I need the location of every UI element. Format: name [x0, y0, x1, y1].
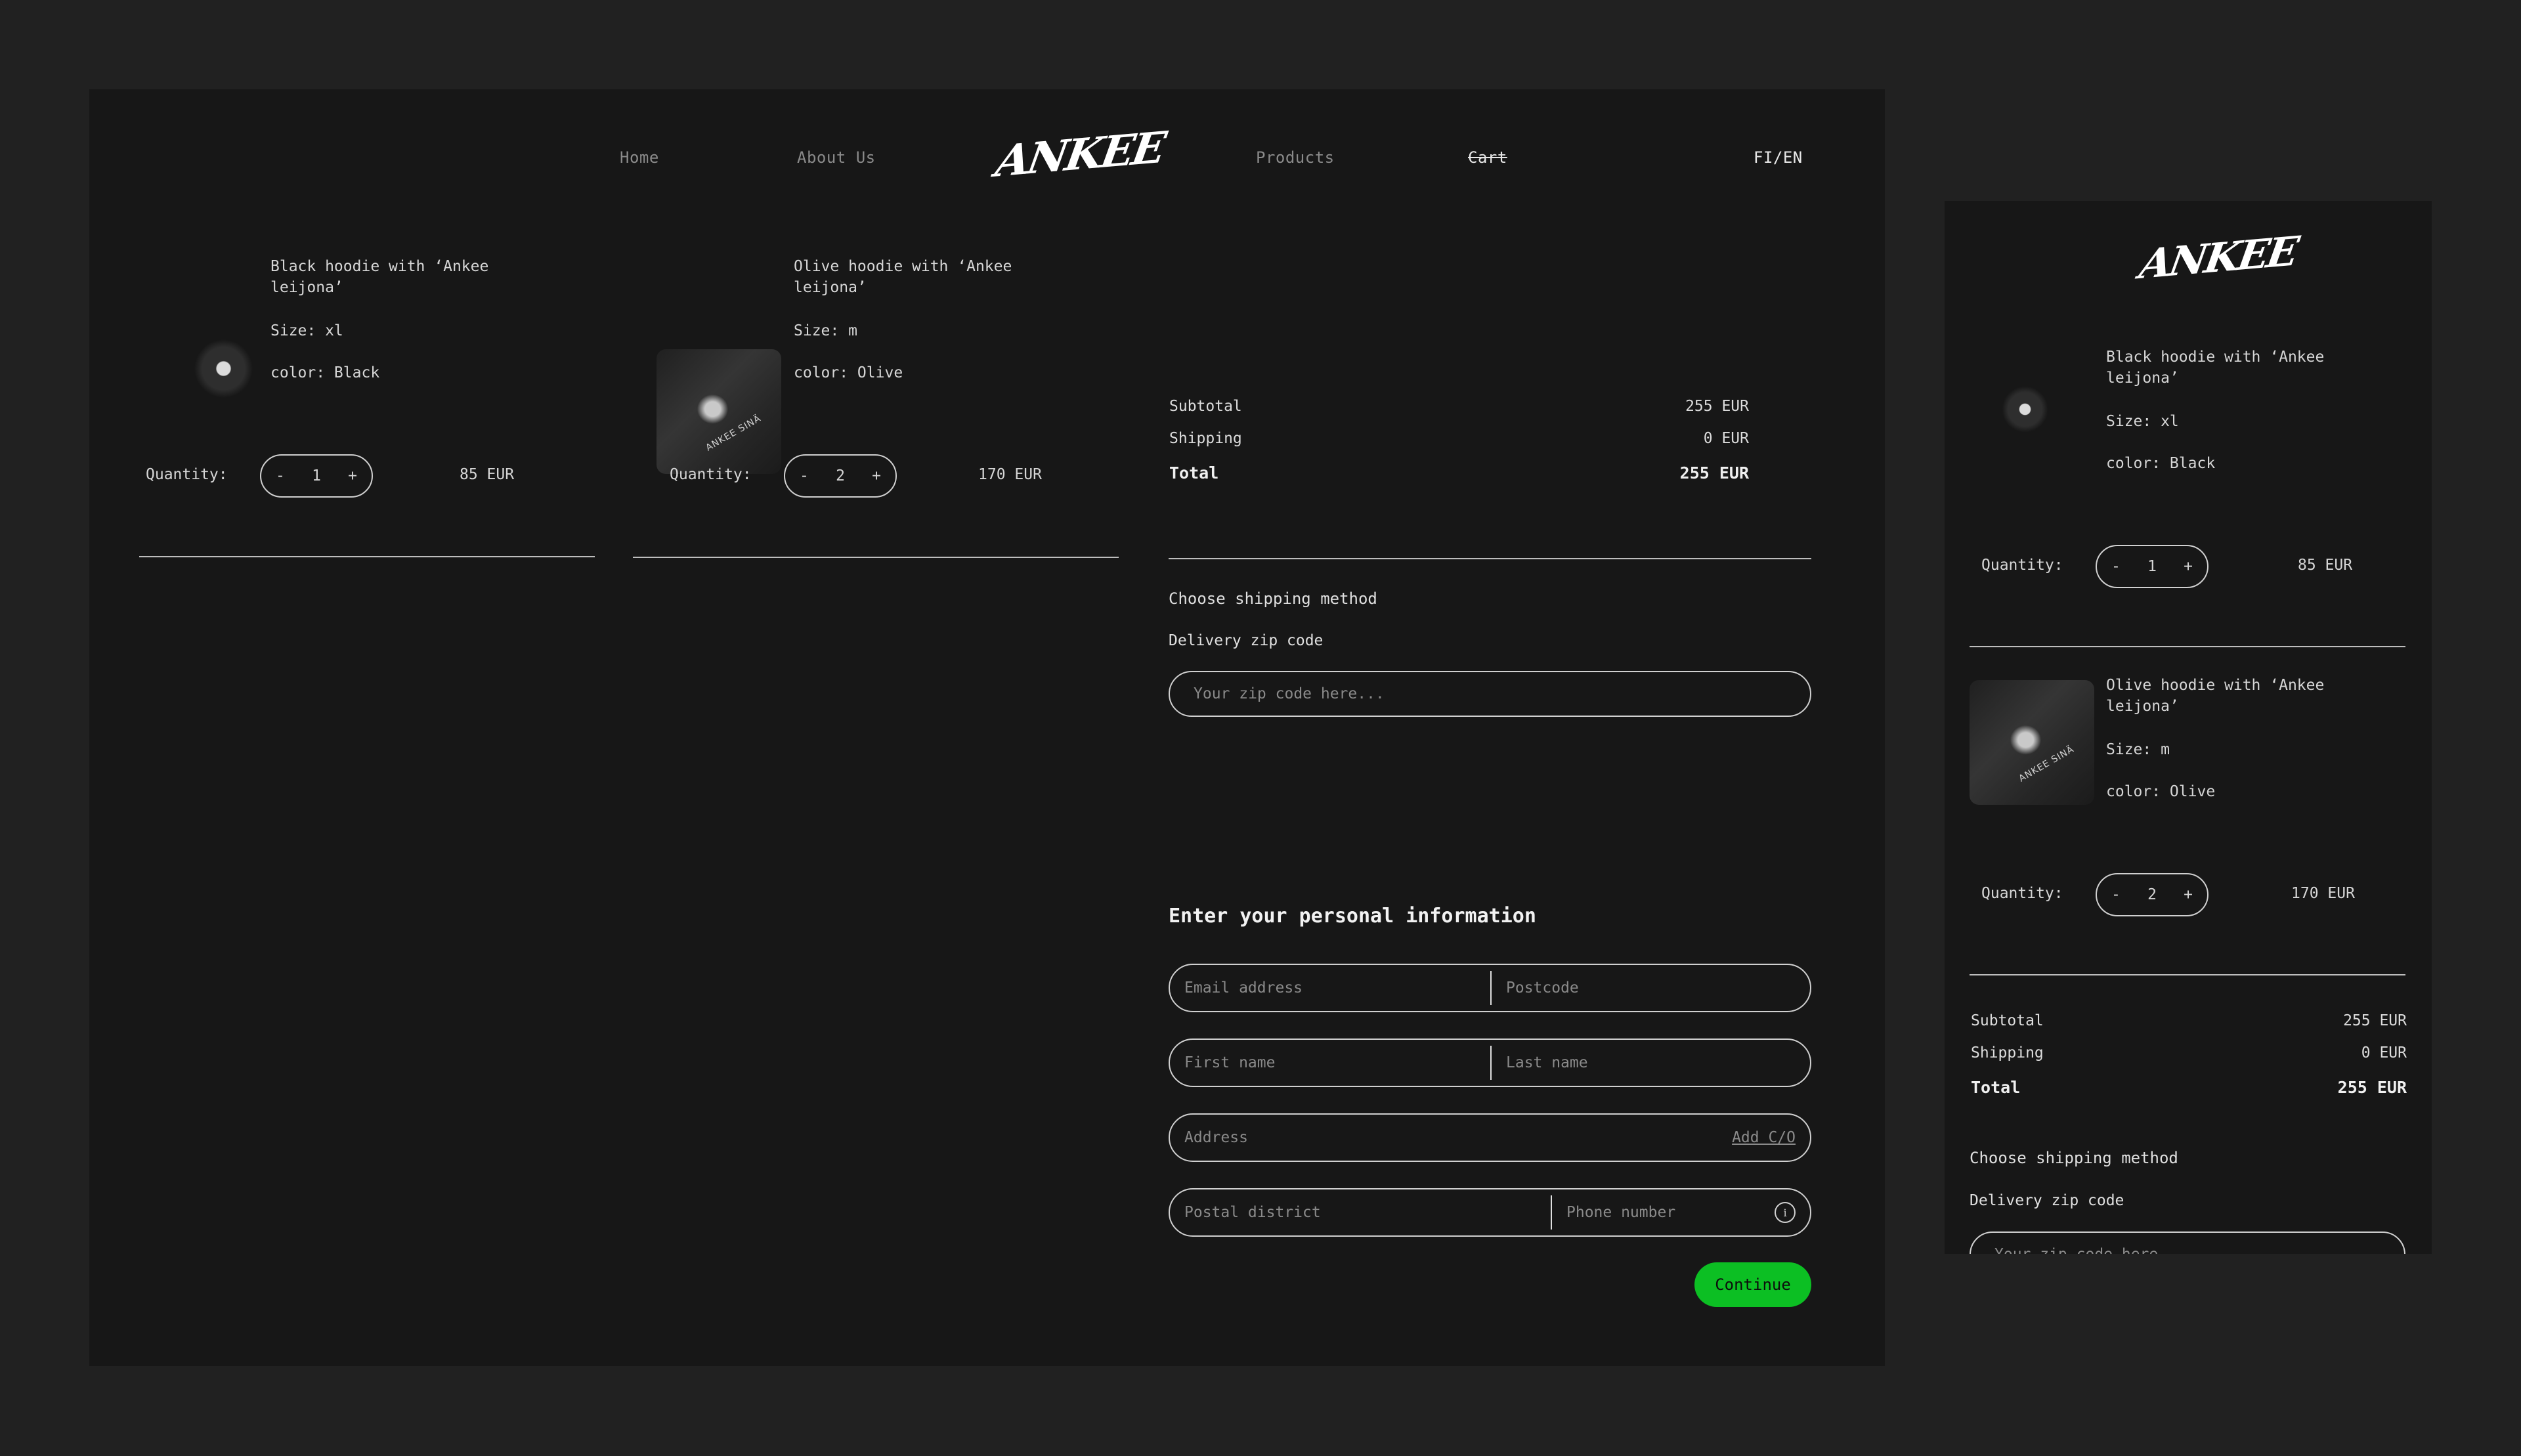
- item-price: 170 EUR: [2291, 885, 2355, 902]
- zip-code-field: [1169, 671, 1811, 717]
- nav-products[interactable]: Products: [1256, 148, 1335, 167]
- quantity-stepper[interactable]: - 1 +: [2096, 545, 2209, 588]
- total-label: Total: [1169, 463, 1219, 482]
- item-price: 85 EUR: [2298, 557, 2353, 574]
- hoodie-print-text: ANKEE SINÄ: [2017, 744, 2077, 784]
- olive-hoodie-image: ANKEE SINÄ: [1970, 680, 2094, 805]
- district-phone-row: i: [1169, 1188, 1811, 1237]
- shipping-value: 0 EUR: [1703, 430, 1749, 447]
- divider: [1970, 974, 2405, 975]
- quantity-stepper[interactable]: - 2 +: [784, 454, 897, 498]
- divider: [139, 556, 595, 557]
- black-hoodie-image: [155, 312, 280, 437]
- postcode-input[interactable]: [1492, 965, 1810, 1011]
- ankee-logo[interactable]: ANKEE: [992, 121, 1167, 186]
- zip-code-field: [1970, 1231, 2405, 1254]
- increment-button[interactable]: +: [348, 467, 357, 484]
- hoodie-print-text: ANKEE SINÄ: [704, 413, 764, 454]
- name-row: [1169, 1038, 1811, 1087]
- quantity-label: Quantity:: [146, 466, 228, 483]
- product-color: color: Black: [270, 364, 380, 381]
- subtotal-label: Subtotal: [1971, 1012, 2044, 1029]
- desktop-checkout-panel: Home About Us ANKEE Products Cart FI/EN …: [89, 89, 1885, 1366]
- decrement-button[interactable]: -: [800, 467, 809, 484]
- product-size: Size: m: [794, 322, 857, 339]
- product-name: Olive hoodie with ‘Ankee leijona’: [2106, 677, 2325, 715]
- decrement-button[interactable]: -: [2111, 558, 2121, 575]
- increment-button[interactable]: +: [872, 467, 881, 484]
- shipping-label: Shipping: [1169, 430, 1242, 447]
- quantity-value: 2: [2147, 886, 2157, 903]
- total-value: 255 EUR: [1679, 463, 1749, 482]
- mobile-checkout-panel: ANKEE Black hoodie with ‘Ankee leijona’ …: [1945, 201, 2432, 1254]
- zip-code-input[interactable]: [1971, 1233, 2404, 1254]
- zip-code-label: Delivery zip code: [1169, 632, 1324, 649]
- black-hoodie-image: [1971, 365, 2069, 463]
- subtotal-value: 255 EUR: [2343, 1012, 2407, 1029]
- item-price: 85 EUR: [460, 466, 515, 483]
- product-name: Black hoodie with ‘Ankee leijona’: [270, 258, 489, 296]
- nav-cart[interactable]: Cart: [1468, 148, 1507, 167]
- email-input[interactable]: [1170, 965, 1490, 1011]
- quantity-label: Quantity:: [1981, 885, 2063, 902]
- nav-about-us[interactable]: About Us: [797, 148, 876, 167]
- divider: [1169, 558, 1811, 559]
- quantity-stepper[interactable]: - 2 +: [2096, 873, 2209, 916]
- last-name-input[interactable]: [1492, 1040, 1810, 1086]
- continue-button[interactable]: Continue: [1694, 1262, 1811, 1307]
- subtotal-value: 255 EUR: [1685, 398, 1749, 415]
- shipping-method-title: Choose shipping method: [1970, 1149, 2178, 1167]
- quantity-label: Quantity:: [670, 466, 752, 483]
- phone-input[interactable]: [1552, 1189, 1769, 1235]
- decrement-button[interactable]: -: [2111, 886, 2121, 903]
- product-size: Size: xl: [2106, 413, 2179, 430]
- subtotal-label: Subtotal: [1169, 398, 1242, 415]
- zip-code-input[interactable]: [1170, 672, 1810, 716]
- product-name: Olive hoodie with ‘Ankee leijona’: [794, 258, 1012, 296]
- product-color: color: Olive: [794, 364, 903, 381]
- shipping-value: 0 EUR: [2361, 1044, 2407, 1061]
- product-color: color: Olive: [2106, 783, 2216, 800]
- total-value: 255 EUR: [2337, 1078, 2407, 1097]
- divider: [633, 557, 1119, 558]
- quantity-value: 1: [312, 467, 321, 484]
- personal-info-title: Enter your personal information: [1169, 905, 1536, 928]
- zip-code-label: Delivery zip code: [1970, 1192, 2124, 1209]
- quantity-stepper[interactable]: - 1 +: [260, 454, 373, 498]
- product-name: Black hoodie with ‘Ankee leijona’: [2106, 349, 2325, 387]
- decrement-button[interactable]: -: [276, 467, 285, 484]
- quantity-value: 2: [836, 467, 845, 484]
- quantity-value: 1: [2147, 558, 2157, 575]
- increment-button[interactable]: +: [2184, 886, 2193, 903]
- nav-home[interactable]: Home: [620, 148, 659, 167]
- quantity-label: Quantity:: [1981, 557, 2063, 574]
- item-price: 170 EUR: [978, 466, 1042, 483]
- address-row: Add C/O: [1169, 1113, 1811, 1162]
- total-label: Total: [1971, 1078, 2021, 1097]
- address-input[interactable]: [1170, 1115, 1682, 1161]
- divider: [1970, 646, 2405, 647]
- olive-hoodie-image: ANKEE SINÄ: [657, 349, 781, 474]
- product-size: Size: xl: [270, 322, 343, 339]
- ankee-logo[interactable]: ANKEE: [2136, 227, 2300, 288]
- language-switcher[interactable]: FI/EN: [1754, 148, 1803, 167]
- info-icon[interactable]: i: [1775, 1202, 1796, 1223]
- product-color: color: Black: [2106, 455, 2216, 472]
- product-size: Size: m: [2106, 741, 2170, 758]
- email-postcode-row: [1169, 964, 1811, 1012]
- postal-district-input[interactable]: [1170, 1189, 1551, 1235]
- shipping-method-title: Choose shipping method: [1169, 589, 1377, 608]
- first-name-input[interactable]: [1170, 1040, 1490, 1086]
- add-co-link[interactable]: Add C/O: [1732, 1129, 1796, 1146]
- increment-button[interactable]: +: [2184, 558, 2193, 575]
- shipping-label: Shipping: [1971, 1044, 2044, 1061]
